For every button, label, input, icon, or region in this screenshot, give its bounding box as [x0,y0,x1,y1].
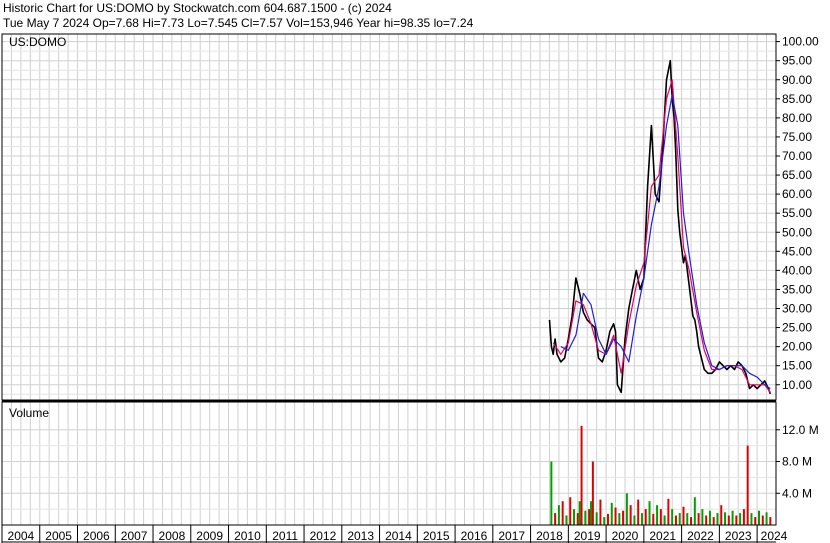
price-tick-label: 65.00 [782,168,812,182]
price-tick-label: 20.00 [782,340,812,354]
volume-tick-label: 12.0 M [782,423,819,437]
year-tick-label: 2009 [196,529,223,543]
year-tick-label: 2017 [498,529,525,543]
price-tick-label: 80.00 [782,111,812,125]
price-grid [1,34,777,400]
year-tick-label: 2016 [461,529,488,543]
price-tick-label: 15.00 [782,359,812,373]
year-tick-label: 2010 [234,529,261,543]
year-tick-label: 2005 [45,529,72,543]
price-tick-label: 95.00 [782,54,812,68]
price-tick-label: 50.00 [782,225,812,239]
volume-tick-label: 4.0 M [782,486,812,500]
price-tick-label: 100.00 [782,35,819,49]
year-tick-label: 2023 [725,529,752,543]
price-tick-label: 60.00 [782,187,812,201]
price-tick-label: 30.00 [782,302,812,316]
year-tick-label: 2006 [83,529,110,543]
price-tick-label: 85.00 [782,92,812,106]
price-tick-label: 55.00 [782,206,812,220]
volume-axis-ticks: 4.0 M 8.0 M 12.0 M [776,423,819,500]
price-lines [548,59,772,395]
volume-bars [550,425,772,525]
volume-tick-label: 8.0 M [782,455,812,469]
price-tick-label: 25.00 [782,321,812,335]
year-tick-label: 2011 [272,529,298,543]
price-tick-label: 35.00 [782,282,812,296]
year-tick-label: 2018 [536,529,563,543]
year-tick-label: 2022 [687,529,714,543]
year-tick-label: 2014 [385,529,412,543]
year-axis-ticks: 2004 2005 2006 2007 2008 2009 2010 2011 2012 2013… [1,525,788,543]
volume-grid [1,402,777,525]
price-panel-label: US:DOMO [9,35,66,49]
year-tick-label: 2021 [649,529,676,543]
year-tick-label: 2019 [574,529,601,543]
year-tick-label: 2012 [310,529,337,543]
year-tick-label: 2008 [159,529,186,543]
year-tick-label: 2015 [423,529,450,543]
year-tick-label: 2020 [612,529,639,543]
volume-panel-label: Volume [9,406,49,420]
price-tick-label: 40.00 [782,263,812,277]
price-tick-label: 45.00 [782,244,812,258]
year-tick-label: 2013 [347,529,374,543]
price-tick-label: 75.00 [782,130,812,144]
year-tick-label: 2024 [761,529,788,543]
series-line-ma_short [552,79,771,393]
price-axis-ticks: 10.00 15.00 20.00 25.00 30.00 35.00 40.00 45.00… [776,35,819,392]
price-tick-label: 10.00 [782,378,812,392]
year-tick-label: 2004 [8,529,35,543]
year-tick-label: 2007 [121,529,148,543]
historic-chart: 10.00 15.00 20.00 25.00 30.00 35.00 40.00 45.00… [1,33,819,543]
series-line-price [548,59,772,395]
price-tick-label: 90.00 [782,73,812,87]
price-tick-label: 70.00 [782,149,812,163]
